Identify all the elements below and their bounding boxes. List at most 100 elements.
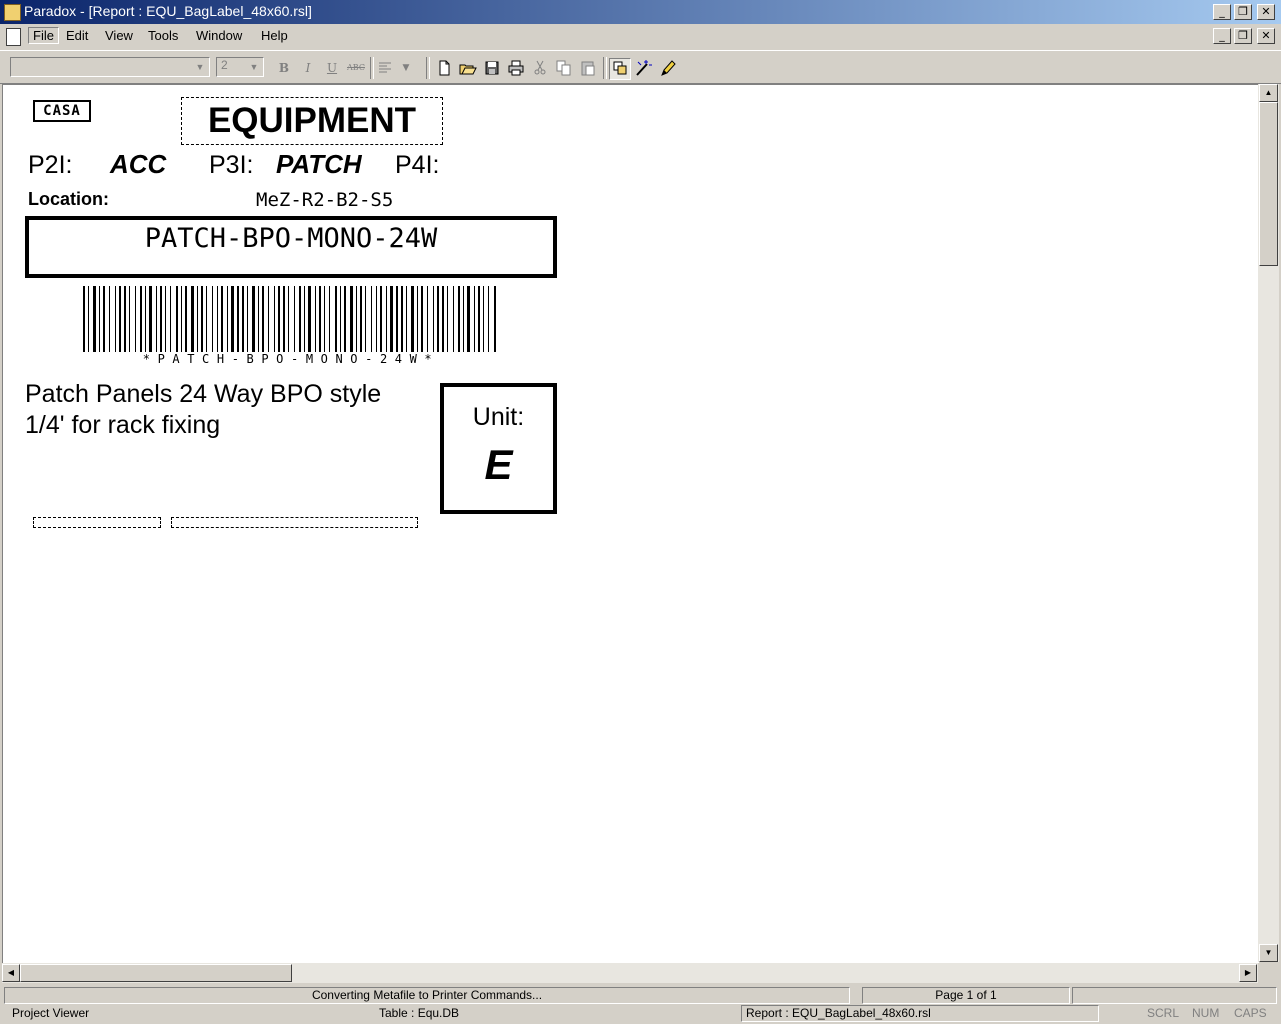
barcode-bar — [83, 286, 85, 352]
barcode-bar — [247, 286, 248, 352]
chevron-down-icon[interactable]: ▼ — [193, 60, 207, 74]
barcode-bar — [165, 286, 166, 352]
scroll-right-button[interactable]: ▶ — [1239, 964, 1257, 982]
barcode-bar — [201, 286, 203, 352]
barcode-bar — [433, 286, 434, 352]
paste-icon[interactable] — [578, 58, 598, 78]
menu-view[interactable]: View — [101, 28, 137, 43]
strikethrough-button[interactable]: ABC — [346, 58, 366, 78]
status-caps: CAPS — [1234, 1006, 1267, 1020]
unit-value: E — [484, 441, 513, 488]
barcode-bar — [93, 286, 96, 352]
resize-grip[interactable] — [1262, 966, 1278, 982]
barcode-bar — [115, 286, 116, 352]
description-line-1: Patch Panels 24 Way BPO style — [25, 380, 382, 408]
barcode-bar — [252, 286, 255, 352]
barcode-bar — [315, 286, 316, 352]
barcode-bar — [242, 286, 244, 352]
barcode-bar — [212, 286, 213, 352]
p3i-label: P3I: — [209, 151, 254, 179]
barcode-bar — [191, 286, 194, 352]
menu-file[interactable]: File — [28, 27, 59, 44]
barcode-bar — [447, 286, 448, 352]
horizontal-scrollbar[interactable]: ◀ ▶ — [2, 963, 1258, 983]
status-table: Table : Equ.DB — [379, 1006, 460, 1020]
barcode-bar — [463, 286, 464, 352]
cut-icon[interactable] — [530, 58, 550, 78]
menu-edit[interactable]: Edit — [62, 28, 92, 43]
barcode-bar — [197, 286, 198, 352]
horizontal-scroll-thumb[interactable] — [20, 964, 292, 982]
pencil-icon[interactable] — [657, 58, 677, 78]
font-name-combo[interactable]: ▼ — [10, 57, 210, 77]
minimize-button[interactable]: _ — [1213, 4, 1231, 20]
barcode-bar — [335, 286, 337, 352]
equipment-code: PATCH-BPO-MONO-24W — [144, 223, 438, 254]
underline-button[interactable]: U — [322, 58, 342, 78]
bold-button[interactable]: B — [274, 58, 294, 78]
doc-close-button[interactable]: ✕ — [1257, 28, 1275, 44]
barcode-bar — [453, 286, 454, 352]
paradox-app-icon[interactable] — [4, 4, 21, 21]
barcode-bar — [278, 286, 280, 352]
report-preview-area[interactable]: CASA EQUIPMENT P2I: ACC P3I: PATCH P4I: … — [2, 84, 1259, 963]
vertical-scroll-thumb[interactable] — [1259, 102, 1278, 266]
barcode-bar — [221, 286, 223, 352]
barcode-bar — [283, 286, 285, 352]
barcode-bar — [119, 286, 121, 352]
open-icon[interactable] — [458, 58, 478, 78]
footer-field-right[interactable] — [171, 517, 418, 528]
barcode-bar — [99, 286, 100, 352]
menu-help[interactable]: Help — [257, 28, 292, 43]
vertical-scrollbar[interactable]: ▲ ▼ — [1258, 84, 1279, 962]
barcode-bar — [478, 286, 480, 352]
new-icon[interactable] — [434, 58, 454, 78]
scroll-down-button[interactable]: ▼ — [1259, 944, 1278, 962]
scroll-up-button[interactable]: ▲ — [1259, 84, 1278, 102]
align-dropdown-icon[interactable]: ▼ — [396, 58, 416, 78]
status-scrl: SCRL — [1147, 1006, 1180, 1020]
barcode-bar — [417, 286, 418, 352]
barcode-bar — [396, 286, 398, 352]
properties-icon[interactable] — [609, 58, 631, 80]
barcode-bar — [181, 286, 182, 352]
barcode-bar — [299, 286, 301, 352]
barcode-bar — [237, 286, 239, 352]
menu-window[interactable]: Window — [192, 28, 246, 43]
chevron-down-icon[interactable]: ▼ — [247, 60, 261, 74]
menu-tools[interactable]: Tools — [144, 28, 182, 43]
close-button[interactable]: ✕ — [1257, 4, 1275, 20]
barcode-bar — [227, 286, 228, 352]
italic-button[interactable]: I — [298, 58, 318, 78]
document-icon[interactable] — [6, 28, 21, 46]
barcode-bar — [371, 286, 372, 352]
scroll-left-button[interactable]: ◀ — [2, 964, 20, 982]
doc-minimize-button[interactable]: _ — [1213, 28, 1231, 44]
copy-icon[interactable] — [554, 58, 574, 78]
barcode-bar — [483, 286, 484, 352]
project-viewer-tab[interactable]: Project Viewer — [12, 1006, 89, 1020]
p3i-value: PATCH — [276, 149, 362, 179]
barcode-bar — [140, 286, 142, 352]
p2i-label: P2I: — [28, 151, 73, 179]
align-icon[interactable] — [375, 58, 395, 78]
barcode-bar — [135, 286, 136, 352]
restore-button[interactable]: ❐ — [1234, 4, 1252, 20]
save-icon[interactable] — [482, 58, 502, 78]
p4i-label: P4I: — [395, 151, 440, 179]
doc-restore-button[interactable]: ❐ — [1234, 28, 1252, 44]
barcode-bar — [258, 286, 259, 352]
status-message: Converting Metafile to Printer Commands.… — [4, 987, 850, 1004]
barcode-bar — [217, 286, 218, 352]
barcode-bar — [294, 286, 295, 352]
barcode-bar — [268, 286, 269, 352]
magic-wand-icon[interactable] — [633, 58, 653, 78]
barcode-bar — [488, 286, 489, 352]
font-size-combo[interactable]: 2 ▼ — [216, 57, 264, 77]
barcode-bar — [360, 286, 362, 352]
description-line-2: 1/4' for rack fixing — [25, 411, 221, 439]
status-report: Report : EQU_BagLabel_48x60.rsl — [741, 1005, 1099, 1022]
title-bar[interactable]: Paradox - [Report : EQU_BagLabel_48x60.r… — [0, 0, 1281, 24]
footer-field-left[interactable] — [33, 517, 161, 528]
print-icon[interactable] — [506, 58, 526, 78]
